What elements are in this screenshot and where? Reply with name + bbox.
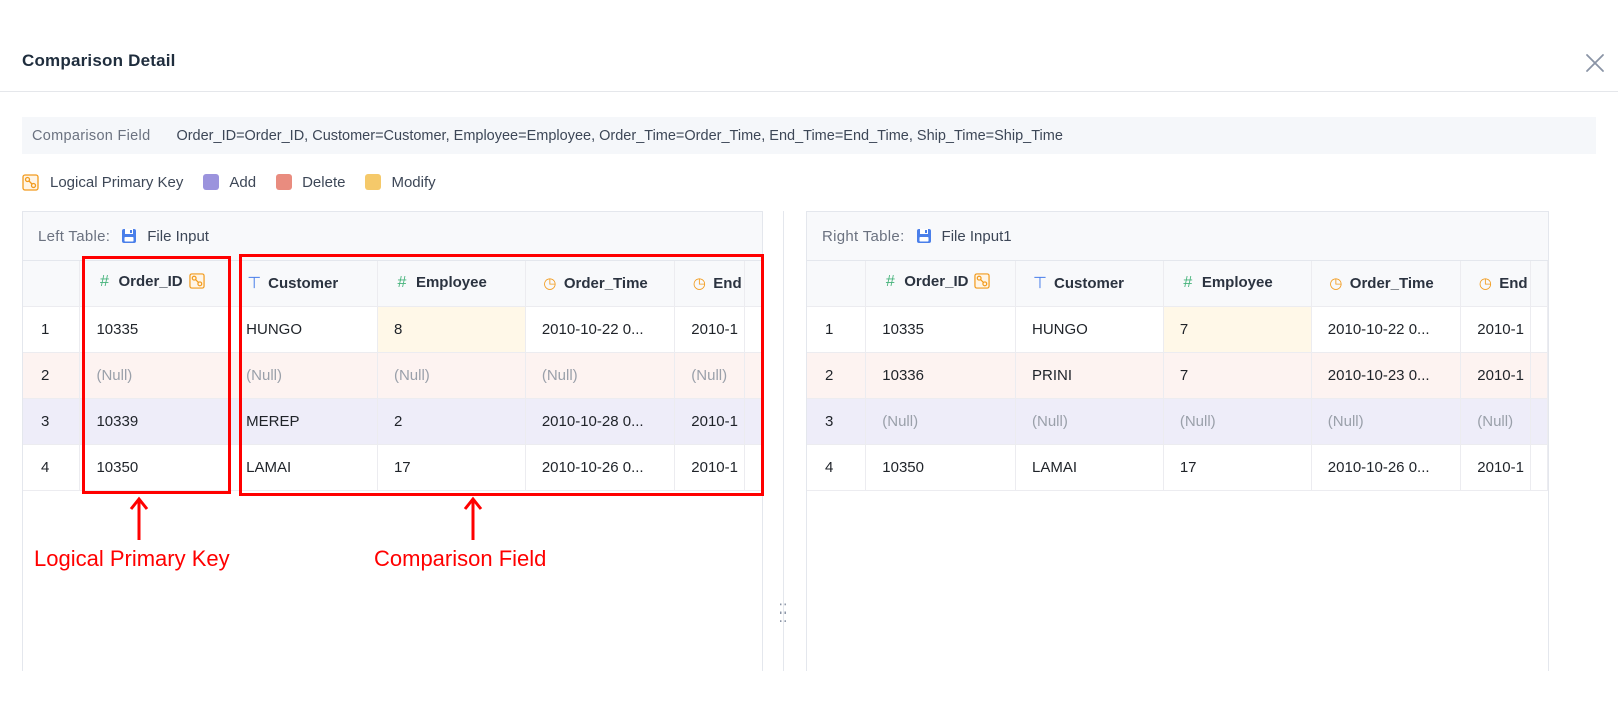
row-index: 3 [23, 398, 81, 445]
dialog-title: Comparison Detail [22, 51, 176, 70]
right-column-header-order-id[interactable]: # Order_ID [865, 261, 1016, 307]
table-cell: (Null) [1015, 398, 1164, 445]
close-icon[interactable] [1582, 50, 1608, 76]
row-index: 2 [807, 352, 867, 399]
row-index-header [23, 261, 81, 307]
table-cell: (Null) [865, 398, 1016, 445]
row-index: 1 [23, 306, 81, 353]
primary-key-annotation: Logical Primary Key [34, 546, 230, 571]
overflow-cell [1530, 306, 1548, 353]
primary-key-icon [22, 173, 39, 191]
overflow-cell [1530, 352, 1548, 399]
row-index: 4 [807, 444, 867, 491]
file-input-icon [915, 227, 933, 245]
file-input-icon [120, 227, 138, 245]
legend-add-swatch [203, 174, 220, 190]
column-header-label: Order_Time [1349, 275, 1434, 293]
comparison-field-annotation: Comparison Field [374, 546, 547, 571]
table-cell: LAMAI [1015, 444, 1164, 491]
right-table-source[interactable]: File Input1 [942, 228, 1012, 245]
left-table-source[interactable]: File Input [147, 228, 209, 245]
legend-delete-label: Delete [302, 173, 346, 191]
primary-key-arrow-icon [129, 496, 149, 540]
row-index-header [807, 261, 867, 307]
number-icon: # [1183, 274, 1193, 292]
right-column-header-order-time[interactable]: ◷ Order_Time [1311, 261, 1462, 307]
legend-add: Add [203, 174, 256, 191]
row-index: 1 [807, 306, 867, 353]
text-icon: ⊤ [1033, 275, 1047, 293]
table-cell: 2010-1 [1460, 444, 1531, 491]
comparison-field-bar: Comparison Field Order_ID=Order_ID, Cust… [22, 117, 1596, 154]
right-column-header-end[interactable]: ◷ End [1460, 261, 1531, 307]
comparison-field-value: Order_ID=Order_ID, Customer=Customer, Em… [176, 127, 1063, 144]
row-index: 3 [807, 398, 867, 445]
overflow-cell [1530, 398, 1548, 445]
table-row[interactable]: 2 10336 PRINI 7 2010-10-23 0... 2010-1 [807, 352, 1548, 399]
clock-icon: ◷ [1478, 275, 1492, 293]
dialog-header: Comparison Detail [0, 0, 1618, 92]
legend-add-label: Add [229, 173, 257, 191]
table-cell: 17 [1163, 444, 1312, 491]
legend-modify-swatch [365, 174, 382, 190]
table-row[interactable]: 3 (Null) (Null) (Null) (Null) (Null) [807, 398, 1548, 445]
right-column-header-customer[interactable]: ⊤ Customer [1015, 261, 1164, 307]
right-table-header: Right Table: File Input1 [807, 212, 1548, 261]
table-cell: 10335 [865, 306, 1016, 353]
right-table-panel: Right Table: File Input1 # Order_ID ⊤ Custo… [806, 211, 1549, 671]
table-cell: 2010-10-26 0... [1311, 444, 1462, 491]
number-icon: # [885, 273, 895, 291]
table-cell: PRINI [1015, 352, 1164, 399]
comparison-field-arrow-icon [463, 496, 483, 540]
resize-handle-icon[interactable]: ⁚⁚ ⁚⁚ [775, 602, 791, 627]
table-cell: 2010-10-23 0... [1311, 352, 1462, 399]
legend-primary-key-label: Logical Primary Key [50, 173, 184, 191]
overflow-header-cell [1530, 261, 1548, 307]
row-index: 2 [23, 352, 81, 399]
right-table-label: Right Table: [822, 227, 905, 245]
left-table-label: Left Table: [38, 227, 111, 245]
table-row[interactable]: 1 10335 HUNGO 7 2010-10-22 0... 2010-1 [807, 306, 1548, 353]
overflow-cell [1530, 444, 1548, 491]
legend-modify-label: Modify [391, 173, 436, 191]
table-cell: 2010-10-22 0... [1311, 306, 1462, 353]
table-row[interactable]: 4 10350 LAMAI 17 2010-10-26 0... 2010-1 [807, 444, 1548, 491]
column-header-label: Employee [1201, 274, 1273, 292]
column-header-label: Customer [1054, 275, 1125, 293]
primary-key-highlight-box [82, 256, 231, 494]
table-cell: 2010-1 [1460, 352, 1531, 399]
table-cell: 10336 [865, 352, 1016, 399]
table-cell: 7 [1163, 352, 1312, 399]
table-cell: 7 [1163, 306, 1312, 353]
legend: Logical Primary Key Add Delete Modify [22, 170, 456, 194]
comparison-field-highlight-box [239, 254, 764, 496]
table-cell: (Null) [1311, 398, 1462, 445]
right-column-header-employee[interactable]: # Employee [1163, 261, 1312, 307]
right-data-grid: # Order_ID ⊤ Customer # Employee ◷ Order_Time ◷ E… [807, 261, 1548, 491]
table-cell: 2010-1 [1460, 306, 1531, 353]
primary-key-icon [974, 273, 991, 293]
table-cell: (Null) [1460, 398, 1531, 445]
table-cell: 10350 [865, 444, 1016, 491]
column-header-label: Order_ID [904, 273, 969, 291]
comparison-field-label: Comparison Field [32, 127, 151, 144]
clock-icon: ◷ [1329, 275, 1343, 293]
legend-delete-swatch [276, 174, 293, 190]
legend-primary-key: Logical Primary Key [22, 174, 183, 191]
right-header-row: # Order_ID ⊤ Customer # Employee ◷ Order_Time ◷ E… [807, 261, 1548, 307]
table-cell: HUNGO [1015, 306, 1164, 353]
legend-modify: Modify [365, 173, 436, 191]
table-cell: (Null) [1163, 398, 1312, 445]
row-index: 4 [23, 444, 81, 491]
column-header-label: End [1499, 275, 1528, 293]
legend-delete: Delete [276, 174, 345, 191]
